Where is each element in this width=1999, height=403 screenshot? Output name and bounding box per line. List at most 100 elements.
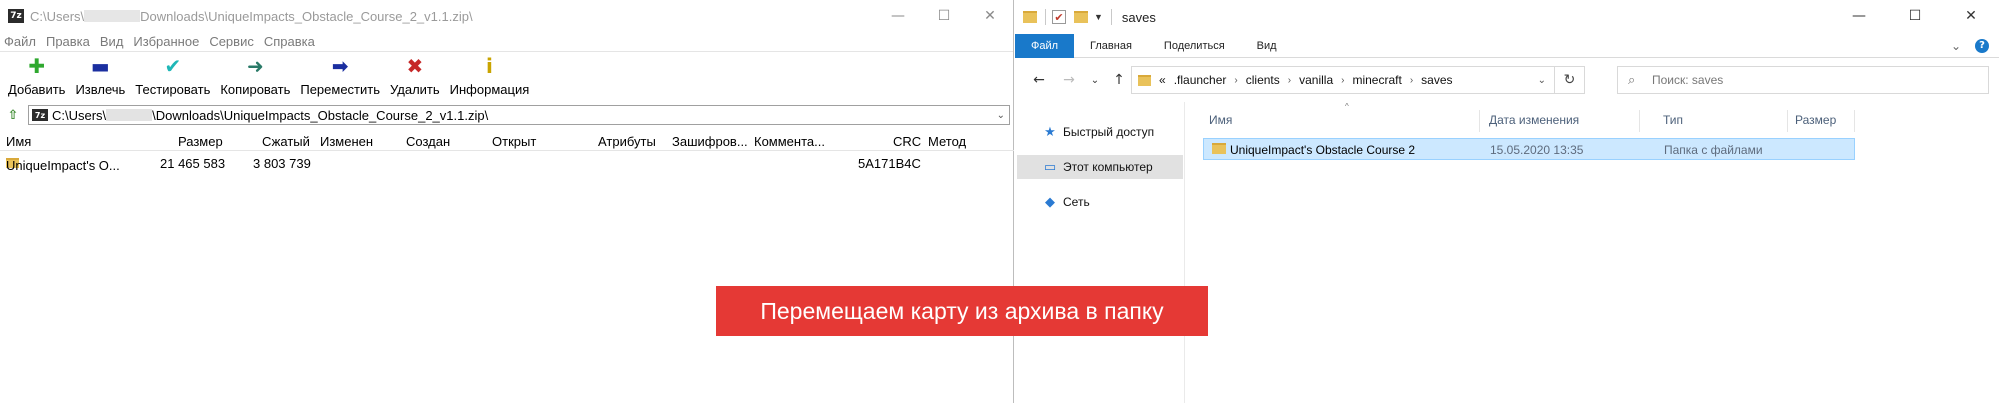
chevron-down-icon[interactable]: ⌄ [1530,75,1554,86]
col-created[interactable]: Создан [406,134,450,149]
info-button[interactable]: i Информация [450,54,530,100]
7zip-app-icon: 7z [8,9,24,23]
chevron-right-icon[interactable]: › [1234,75,1237,86]
address-prefix: C:\Users\ [52,107,107,123]
divider [1110,9,1112,25]
move-icon: ➡ [331,54,349,78]
close-button[interactable]: ✕ [1943,0,1999,32]
tab-view[interactable]: Вид [1241,34,1293,58]
extract-button[interactable]: ▬ Извлечь [75,54,125,100]
search-placeholder: Поиск: saves [1652,73,1724,87]
folder-up-icon[interactable]: ⇧ [4,106,22,124]
menu-favorites[interactable]: Избранное [133,34,199,49]
col-method[interactable]: Метод [928,134,966,149]
minimize-button[interactable]: — [1831,0,1887,32]
col-name[interactable]: Имя [6,134,31,149]
nav-item-quick-access[interactable]: ★ Быстрый доступ [1017,120,1183,144]
move-button[interactable]: ➡ Переместить [300,54,380,100]
close-button[interactable]: ✕ [967,0,1013,32]
breadcrumb-overflow[interactable]: « [1159,73,1166,87]
toolbar-label: Информация [449,82,530,97]
divider[interactable] [1787,110,1788,132]
col-type[interactable]: Тип [1663,113,1683,127]
col-encrypted[interactable]: Зашифров... [672,134,748,149]
tab-file[interactable]: Файл [1015,33,1075,58]
minimize-button[interactable]: — [875,0,921,32]
menu-edit[interactable]: Правка [46,34,90,49]
menu-tools[interactable]: Сервис [209,34,254,49]
chevron-right-icon[interactable]: › [1341,75,1344,86]
maximize-button[interactable]: ☐ [921,0,967,32]
col-packed[interactable]: Сжатый [262,134,310,149]
explorer-title: saves [1121,9,1156,25]
maximize-button[interactable]: ☐ [1887,0,1943,32]
file-list-header: Имя Дата изменения Тип Размер [1203,110,1855,132]
info-icon: i [486,54,493,78]
expand-ribbon-icon[interactable]: ⌄ [1951,39,1961,53]
zip-address-field[interactable]: 7z C:\Users\ \Downloads\UniqueImpacts_Obs… [28,105,1010,125]
back-arrow-icon[interactable]: ← [1027,72,1051,88]
file-list: ^ Имя Дата изменения Тип Размер UniqueIm… [1203,102,1983,392]
copy-button[interactable]: ➜ Копировать [220,54,290,100]
menu-view[interactable]: Вид [100,34,124,49]
nav-item-network[interactable]: ◆ Сеть [1017,190,1183,214]
navigation-row: ← → ⌄ ↑ « .flauncher › clients › vanilla… [1015,64,1999,96]
list-item-packed: 3 803 739 [253,156,311,171]
menu-help[interactable]: Справка [264,34,315,49]
zip-window-title: C:\Users\ Downloads\UniqueImpacts_Obstacl… [30,9,473,24]
forward-arrow-icon[interactable]: → [1057,72,1081,88]
chevron-right-icon[interactable]: › [1288,75,1291,86]
breadcrumb-vanilla[interactable]: vanilla [1299,73,1333,87]
col-size[interactable]: Размер [1795,113,1836,127]
menu-file[interactable]: Файл [4,34,36,49]
address-suffix: \Downloads\UniqueImpacts_Obstacle_Course… [152,107,489,123]
test-icon: ✔ [164,54,182,78]
redacted-username [106,108,153,121]
toolbar-label: Добавить [8,82,66,97]
chevron-down-icon[interactable]: ▼ [1094,12,1103,22]
explorer-titlebar: ✔ ▼ saves — ☐ ✕ [1015,0,1999,34]
tab-share[interactable]: Поделиться [1148,34,1241,58]
toolbar-label: Удалить [390,82,440,97]
network-icon: ◆ [1045,194,1055,210]
col-comment[interactable]: Коммента... [754,134,825,149]
refresh-icon[interactable]: ↻ [1554,67,1584,93]
toolbar-label: Извлечь [75,82,126,97]
chevron-down-icon[interactable]: ⌄ [997,110,1005,121]
breadcrumb-minecraft[interactable]: minecraft [1352,73,1401,87]
breadcrumb-flauncher[interactable]: .flauncher [1174,73,1227,87]
col-crc[interactable]: CRC [893,134,921,149]
col-accessed[interactable]: Открыт [492,134,536,149]
col-modified[interactable]: Изменен [320,134,373,149]
properties-icon[interactable]: ✔ [1052,10,1066,24]
col-size[interactable]: Размер [178,134,223,149]
breadcrumb-clients[interactable]: clients [1246,73,1280,87]
divider[interactable] [1479,110,1480,132]
breadcrumb-saves[interactable]: saves [1421,73,1452,87]
recent-locations-icon[interactable]: ⌄ [1083,75,1107,86]
delete-button[interactable]: ✖ Удалить [390,54,440,100]
extract-icon: ▬ [90,54,110,78]
nav-item-this-pc[interactable]: ▭ Этот компьютер [1017,155,1183,179]
divider[interactable] [1854,110,1855,132]
col-date[interactable]: Дата изменения [1489,113,1579,127]
up-arrow-icon[interactable]: ↑ [1107,72,1131,88]
col-name[interactable]: Имя [1209,113,1232,127]
divider[interactable] [1639,110,1640,132]
test-button[interactable]: ✔ Тестировать [135,54,210,100]
table-row[interactable]: UniqueImpact's O... 21 465 583 3 803 739… [0,154,1014,173]
row-name-text: UniqueImpact's O... [6,158,120,173]
help-icon[interactable]: ? [1975,38,1989,53]
folder-icon [1023,11,1037,23]
new-folder-icon[interactable] [1074,11,1088,23]
add-button[interactable]: ✚ Добавить [8,54,65,100]
tab-home[interactable]: Главная [1074,34,1148,58]
chevron-right-icon[interactable]: › [1410,75,1413,86]
col-attributes[interactable]: Атрибуты [598,134,656,149]
search-input[interactable]: ⌕ Поиск: saves [1617,66,1989,94]
row-name: UniqueImpact's Obstacle Course 2 [1230,143,1416,157]
caption-banner: Перемещаем карту из архива в папку [716,286,1208,336]
ribbon-tabs: Файл Главная Поделиться Вид ⌄ ? [1015,33,1999,58]
table-row[interactable]: UniqueImpact's Obstacle Course 2 15.05.2… [1203,138,1855,160]
address-bar[interactable]: « .flauncher › clients › vanilla › minec… [1131,66,1585,94]
